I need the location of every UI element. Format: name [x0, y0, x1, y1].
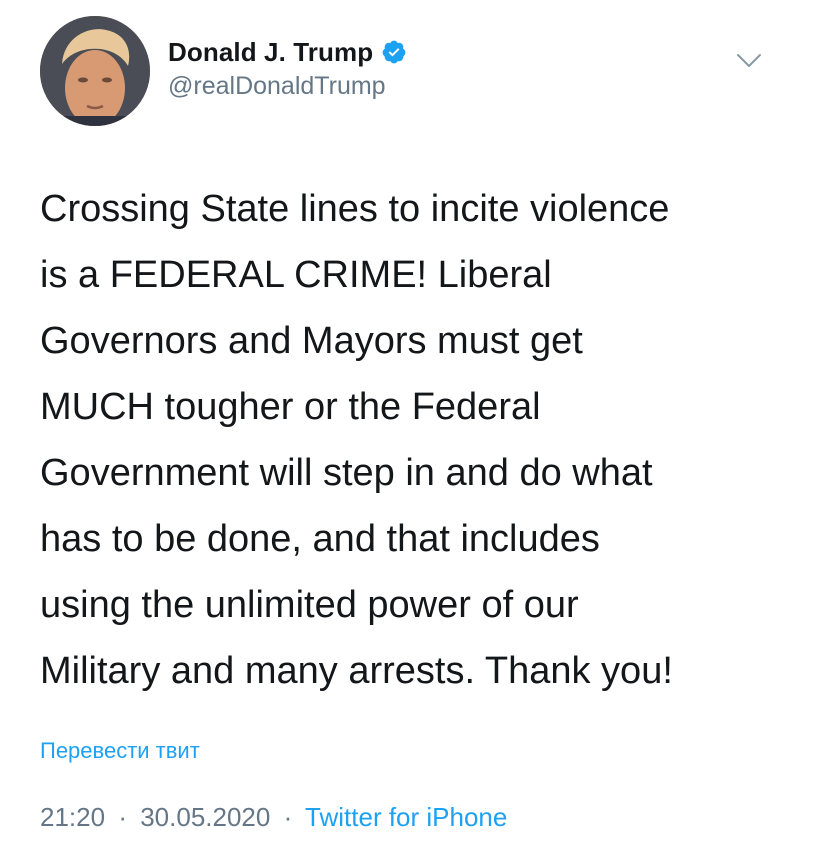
avatar-image: [40, 16, 150, 126]
meta-separator: ·: [118, 802, 127, 832]
tweet-text-line: has to be done, and that includes: [40, 518, 600, 560]
tweet-text-line: Crossing State lines to incite violence: [40, 188, 670, 230]
avatar[interactable]: [40, 16, 150, 126]
tweet-date: 30.05.2020: [140, 802, 271, 832]
verified-badge-icon: [381, 39, 407, 65]
meta-separator: ·: [283, 802, 293, 832]
tweet-text-line: Governors and Mayors must get: [40, 320, 583, 362]
tweet-header: Donald J. Trump @realDonaldTrump: [40, 16, 800, 126]
translate-tweet-link[interactable]: Перевести твит: [40, 738, 200, 764]
display-name-row: Donald J. Trump: [168, 36, 407, 68]
chevron-down-icon[interactable]: [736, 52, 762, 70]
tweet-text: Crossing State lines to incite violence …: [40, 176, 800, 704]
tweet-text-line: Military and many arrests. Thank you!: [40, 650, 673, 692]
tweet-source-link[interactable]: Twitter for iPhone: [305, 802, 507, 832]
display-name[interactable]: Donald J. Trump: [168, 37, 373, 68]
tweet-meta: 21:20 · 30.05.2020 · Twitter for iPhone: [40, 802, 507, 833]
tweet-text-line: MUCH tougher or the Federal: [40, 386, 541, 428]
author-names: Donald J. Trump @realDonaldTrump: [168, 36, 407, 101]
tweet-time: 21:20: [40, 802, 106, 832]
tweet-text-line: is a FEDERAL CRIME! Liberal: [40, 254, 552, 296]
tweet-text-line: Government will step in and do what: [40, 452, 653, 494]
tweet-card: Donald J. Trump @realDonaldTrump Crossin…: [0, 0, 827, 848]
tweet-text-line: using the unlimited power of our: [40, 584, 579, 626]
handle[interactable]: @realDonaldTrump: [168, 72, 407, 101]
